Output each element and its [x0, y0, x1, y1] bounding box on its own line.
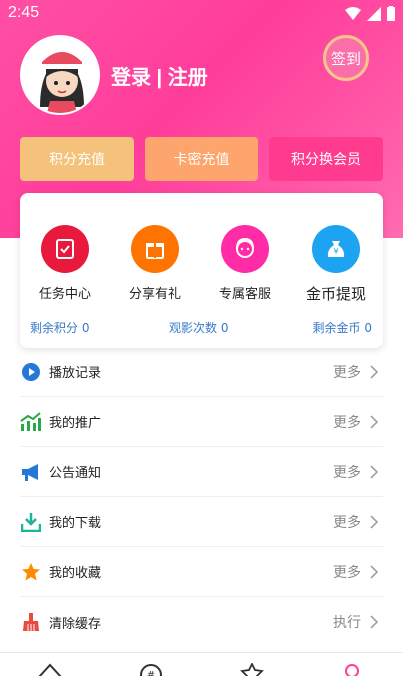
money-bag-icon: ¥: [312, 225, 360, 273]
chevron-right-icon: [370, 615, 379, 629]
menu-item-downloads[interactable]: 我的下载 更多: [20, 497, 383, 547]
menu-item-play-history[interactable]: 播放记录 更多: [20, 347, 383, 397]
menu-item-label: 我的收藏: [49, 566, 102, 581]
view-count: 观影次数 0: [169, 321, 229, 335]
feature-card: 任务中心 分享有礼 专属客服 ¥ 金币提现 剩余积分 0 观影次数 0 剩余金币…: [20, 193, 383, 348]
signin-button[interactable]: 签到: [323, 35, 369, 81]
broom-icon: [20, 611, 42, 633]
svg-text:#: #: [147, 670, 155, 676]
gift-icon: [131, 225, 179, 273]
megaphone-icon: [20, 461, 42, 483]
feature-label: 金币提现: [305, 285, 366, 303]
home-icon[interactable]: [37, 663, 63, 676]
menu-item-action: 执行: [333, 615, 361, 631]
menu-item-label: 清除缓存: [49, 616, 102, 632]
profile-icon[interactable]: [340, 663, 364, 676]
remaining-points: 剩余积分 0: [30, 321, 90, 335]
discover-icon[interactable]: [240, 663, 264, 676]
menu-item-favorites[interactable]: 我的收藏 更多: [20, 547, 383, 597]
feature-label: 分享有礼: [128, 287, 181, 302]
menu-item-label: 公告通知: [49, 466, 102, 481]
chevron-right-icon: [370, 365, 379, 379]
remaining-coins: 剩余金币 0: [312, 321, 372, 335]
menu-item-action: 更多: [333, 414, 361, 431]
menu-item-clear-cache[interactable]: 清除缓存 执行: [20, 597, 383, 647]
recharge-row: 积分充值 卡密充值 积分换会员: [20, 137, 383, 181]
status-icons: [345, 6, 395, 21]
menu-item-label: 播放记录: [49, 366, 102, 381]
card-recharge-button[interactable]: 卡密充值: [145, 137, 258, 181]
points-recharge-button[interactable]: 积分充值: [20, 137, 134, 181]
star-icon: [20, 561, 42, 583]
category-icon[interactable]: #: [139, 663, 163, 676]
menu-item-notice[interactable]: 公告通知 更多: [20, 447, 383, 497]
login-register-link[interactable]: 登录 | 注册: [111, 61, 208, 90]
stats-row: 剩余积分 0 观影次数 0 剩余金币 0: [20, 319, 383, 337]
points-to-vip-button[interactable]: 积分换会员: [269, 137, 383, 181]
menu-item-action: 更多: [333, 364, 361, 381]
bottom-nav: #: [0, 652, 403, 676]
signal-icon: [367, 6, 381, 21]
menu-item-action: 更多: [333, 514, 361, 531]
menu-item-action: 更多: [333, 464, 361, 481]
chart-icon: [20, 411, 42, 433]
chevron-right-icon: [370, 515, 379, 529]
service-icon: [221, 225, 269, 273]
chevron-right-icon: [370, 565, 379, 579]
menu-item-label: 我的下载: [49, 516, 102, 531]
status-time: 2:45: [8, 4, 40, 21]
menu-item-label: 我的推广: [49, 416, 102, 431]
svg-text:¥: ¥: [333, 247, 338, 256]
play-icon: [20, 361, 42, 383]
avatar[interactable]: [20, 35, 100, 115]
menu-list: 播放记录 更多 我的推广 更多 公告通知 更多 我的下载 更多 我的收藏 更多: [20, 347, 383, 647]
task-icon: [41, 225, 89, 273]
feature-label: 任务中心: [38, 287, 91, 302]
status-bar: 2:45: [0, 0, 403, 28]
download-icon: [20, 511, 42, 533]
menu-item-action: 更多: [333, 564, 361, 581]
chevron-right-icon: [370, 415, 379, 429]
battery-icon: [387, 6, 395, 21]
feature-label: 专属客服: [218, 287, 271, 302]
share-gift-button[interactable]: 分享有礼: [115, 225, 195, 302]
task-center-button[interactable]: 任务中心: [25, 225, 105, 302]
chevron-right-icon: [370, 465, 379, 479]
customer-service-button[interactable]: 专属客服: [205, 225, 285, 302]
coin-withdraw-button[interactable]: ¥ 金币提现: [296, 225, 376, 304]
menu-item-promotion[interactable]: 我的推广 更多: [20, 397, 383, 447]
wifi-icon: [345, 6, 361, 20]
